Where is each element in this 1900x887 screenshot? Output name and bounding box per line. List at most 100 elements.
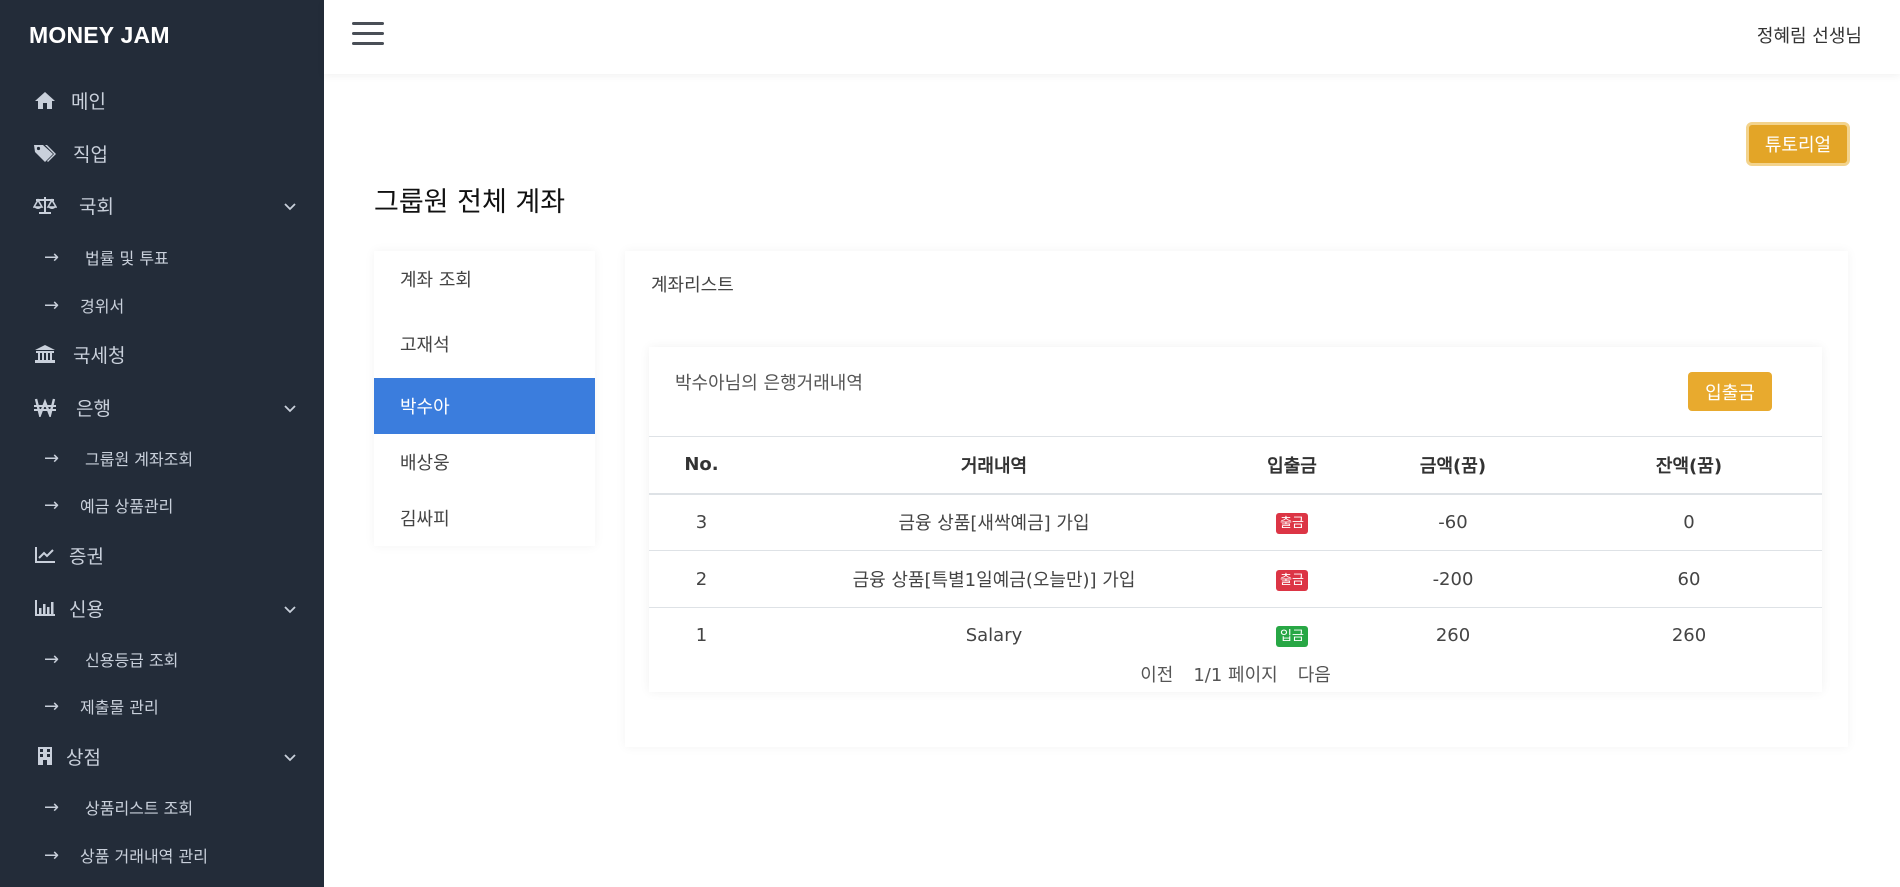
sidebar-subitem-label: 법률 및 투표 [85,249,169,268]
member-item[interactable]: 김싸피 [374,490,595,546]
table-header-row: No. 거래내역 입출금 금액(꿈) 잔액(꿈) [649,436,1822,495]
sidebar-subitem-submissions[interactable]: → 제출물 관리 [0,688,324,724]
table-row: 1 Salary 입금 260 260 [649,608,1822,664]
cell-balance: 260 [1671,625,1707,647]
withdraw-badge: 출금 [1276,512,1308,534]
column-header: No. [649,436,754,495]
cell-amount: -60 [1350,493,1556,551]
sidebar-item-credit[interactable]: 신용 [0,588,324,628]
sidebar-item-label: 메인 [71,90,106,113]
topbar: 정혜림 선생님 [324,0,1900,74]
sidebar-item-securities[interactable]: 증권 [0,535,324,575]
sidebar-item-job[interactable]: 직업 [0,133,324,173]
next-page-button[interactable]: 다음 [1298,661,1331,687]
brand-logo[interactable]: MONEY JAM [29,22,170,49]
cell-balance: 0 [1556,493,1822,551]
bar-chart-icon [33,596,57,620]
card-title: 계좌리스트 [651,275,734,296]
sidebar-item-main[interactable]: 메인 [0,80,324,120]
member-item[interactable]: 배상웅 [374,434,595,490]
won-sign-icon [33,395,57,419]
account-list-card: 계좌리스트 박수아님의 은행거래내역 입출금 No. 거래내역 입출금 금액(꿈… [625,251,1848,747]
arrow-right-icon: → [44,648,60,670]
member-list: 계좌 조회 고재석 박수아 배상웅 김싸피 [374,251,595,546]
table-row: 2 금융 상품[특별1일예금(오늘만)] 가입 출금 -200 60 [649,550,1822,608]
transaction-title: 박수아님의 은행거래내역 [675,373,863,394]
sidebar-item-assembly[interactable]: 국회 [0,185,324,225]
member-item[interactable]: 고재석 [374,316,595,372]
sidebar-item-label: 국회 [79,195,114,218]
bank-icon [33,342,57,366]
sidebar-subitem-label: 상품 거래내역 관리 [80,847,208,866]
sidebar-subitem-label: 상품리스트 조회 [85,799,194,818]
cell-type: 출금 [1234,493,1350,551]
sidebar-item-tax[interactable]: 국세청 [0,334,324,374]
sidebar-item-label: 은행 [76,397,111,420]
sidebar-item-label: 증권 [69,545,104,568]
deposit-badge: 입금 [1276,626,1308,648]
sidebar-subitem-label: 그룹원 계좌조회 [85,450,194,469]
tutorial-button[interactable]: 튜토리얼 [1746,122,1850,166]
chevron-down-icon [284,747,296,766]
building-icon [33,744,57,768]
member-item-active[interactable]: 박수아 [374,378,595,434]
arrow-right-icon: → [44,796,60,818]
sidebar-item-label: 상점 [66,746,101,769]
column-header: 금액(꿈) [1350,436,1556,495]
cell-amount: -200 [1350,550,1556,608]
sidebar-subitem-credit-grade[interactable]: → 신용등급 조회 [0,641,324,677]
transaction-table: No. 거래내역 입출금 금액(꿈) 잔액(꿈) 3 금융 상품[새싹예금] 가… [649,436,1822,664]
sidebar-item-bank[interactable]: 은행 [0,387,324,427]
member-item-account-lookup[interactable]: 계좌 조회 [374,251,595,307]
cell-amount: 260 [1435,625,1471,647]
sidebar: MONEY JAM 메인 직업 국회 → 법률 및 투표 → 경위서 국세청 은… [0,0,324,887]
cell-description: Salary [965,625,1023,647]
cell-balance: 60 [1556,550,1822,608]
sidebar-item-store[interactable]: 상점 [0,736,324,776]
sidebar-subitem-group-accounts[interactable]: → 그룹원 계좌조회 [0,440,324,476]
page-title: 그룹원 전체 계좌 [374,187,566,218]
prev-page-button[interactable]: 이전 [1140,661,1173,687]
sidebar-subitem-label: 경위서 [80,297,125,316]
home-icon [33,88,57,112]
cell-no: 1 [695,625,708,647]
sidebar-subitem-report[interactable]: → 경위서 [0,287,324,323]
page-indicator: 1/1 페이지 [1193,665,1278,686]
column-header: 거래내역 [754,436,1234,495]
line-chart-icon [33,543,57,567]
chevron-down-icon [284,599,296,618]
arrow-right-icon: → [44,695,60,717]
cell-no: 2 [649,550,754,608]
sidebar-subitem-deposit-products[interactable]: → 예금 상품관리 [0,487,324,523]
transaction-card: 박수아님의 은행거래내역 입출금 No. 거래내역 입출금 금액(꿈) 잔액(꿈… [649,347,1822,692]
arrow-right-icon: → [44,246,60,268]
cell-no: 3 [649,493,754,551]
sidebar-subitem-law-vote[interactable]: → 법률 및 투표 [0,239,324,275]
withdraw-badge: 출금 [1276,569,1308,591]
sidebar-subitem-label: 제출물 관리 [80,698,159,717]
pagination: 이전 1/1 페이지 다음 [649,661,1822,687]
tags-icon [33,141,57,165]
chevron-down-icon [284,398,296,417]
chevron-down-icon [284,196,296,215]
cell-description: 금융 상품[새싹예금] 가입 [754,493,1234,551]
cell-type: 출금 [1234,550,1350,608]
column-header: 잔액(꿈) [1556,436,1822,495]
sidebar-subitem-label: 신용등급 조회 [85,651,179,670]
sidebar-subitem-product-transactions[interactable]: → 상품 거래내역 관리 [0,837,324,873]
arrow-right-icon: → [44,844,60,866]
sidebar-item-label: 국세청 [73,344,126,367]
cell-type: 입금 [1234,608,1350,664]
cell-description: 금융 상품[특별1일예금(오늘만)] 가입 [754,550,1234,608]
sidebar-item-label: 신용 [69,598,104,621]
deposit-withdraw-button[interactable]: 입출금 [1688,372,1772,411]
menu-toggle-icon[interactable] [352,22,384,46]
table-row: 3 금융 상품[새싹예금] 가입 출금 -60 0 [649,493,1822,551]
arrow-right-icon: → [44,447,60,469]
column-header: 입출금 [1234,436,1350,495]
sidebar-item-label: 직업 [73,143,108,166]
user-name[interactable]: 정혜림 선생님 [1757,22,1862,48]
sidebar-subitem-product-list[interactable]: → 상품리스트 조회 [0,789,324,825]
sidebar-subitem-label: 예금 상품관리 [80,497,174,516]
arrow-right-icon: → [44,294,60,316]
